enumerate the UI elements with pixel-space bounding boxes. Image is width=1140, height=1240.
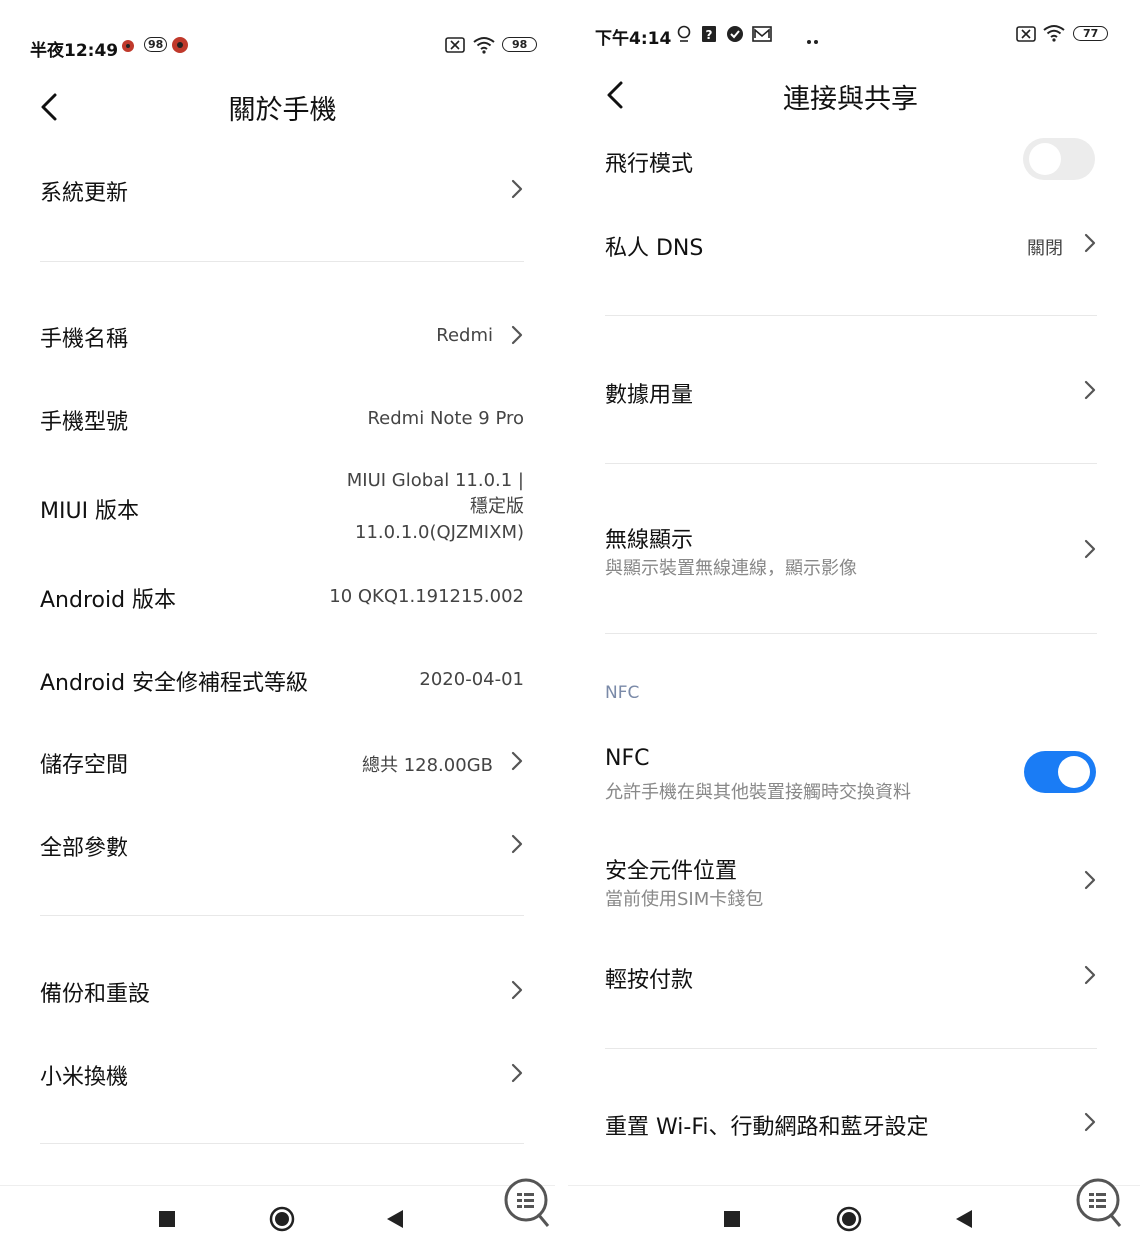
help-notification-icon: ?	[701, 25, 717, 47]
status-time: 下午4:14	[595, 29, 672, 49]
android-version-label: Android 版本	[40, 588, 177, 613]
recent-apps-icon[interactable]	[158, 1210, 176, 1232]
back-triangle-icon[interactable]	[386, 1209, 404, 1233]
device-name-label[interactable]: 手機名稱	[40, 321, 128, 353]
home-icon[interactable]	[269, 1206, 295, 1236]
about-phone-screen: 半夜12:49 98 98 關於手機 系統更新 手機名稱 Redmi 手機型號 …	[0, 0, 555, 1240]
divider	[40, 915, 524, 916]
feedback-icon[interactable]	[1076, 1176, 1124, 1232]
divider	[605, 315, 1097, 316]
toggle-knob	[1058, 756, 1090, 788]
check-notification-icon	[726, 25, 744, 47]
navbar-divider	[0, 1185, 555, 1186]
chevron-right-icon[interactable]	[1083, 232, 1097, 258]
wireless-display-sub: 與顯示裝置無線連線，顯示影像	[605, 558, 857, 579]
chevron-right-icon[interactable]	[1083, 379, 1097, 405]
wireless-display-label[interactable]: 無線顯示	[605, 522, 693, 554]
reset-network-label[interactable]: 重置 Wi-Fi、行動網路和藍牙設定	[605, 1109, 928, 1141]
divider	[605, 1048, 1097, 1049]
notification-icon	[676, 25, 692, 47]
chevron-right-icon[interactable]	[1083, 964, 1097, 990]
nfc-label: NFC	[605, 746, 650, 771]
chevron-right-icon[interactable]	[510, 979, 524, 1005]
battery-level: 98	[502, 37, 538, 52]
feedback-icon[interactable]	[504, 1176, 552, 1232]
divider	[40, 261, 524, 262]
connection-sharing-screen: 下午4:14 ? 77 連接與共享 飛行模式 私人 DNS 關閉 數據用量 無線…	[568, 0, 1140, 1240]
device-name-value: Redmi	[436, 325, 493, 346]
backup-reset-label[interactable]: 備份和重設	[40, 976, 150, 1008]
chevron-right-icon[interactable]	[510, 178, 524, 204]
model-label: 手機型號	[40, 410, 129, 435]
storage-value: 總共 128.00GB	[361, 755, 493, 776]
page-title: 連接與共享	[783, 84, 918, 115]
mi-mover-label[interactable]: 小米換機	[40, 1059, 128, 1091]
nfc-toggle[interactable]	[1024, 751, 1096, 793]
divider	[40, 1143, 524, 1144]
app-notification-icon	[120, 37, 136, 57]
all-specs-label[interactable]: 全部參數	[40, 830, 128, 862]
more-notifications-icon	[805, 30, 821, 49]
wifi-icon	[1042, 24, 1066, 46]
back-triangle-icon[interactable]	[955, 1209, 973, 1233]
storage-label[interactable]: 儲存空間	[40, 747, 128, 779]
security-patch-label: Android 安全修補程式等級	[40, 671, 309, 696]
secure-element-sub: 當前使用SIM卡錢包	[605, 889, 764, 910]
chevron-right-icon[interactable]	[510, 833, 524, 859]
chevron-right-icon[interactable]	[510, 324, 524, 350]
navbar-divider	[568, 1185, 1140, 1186]
wifi-icon	[472, 36, 496, 58]
miui-version-value: MIUI Global 11.0.1 | 穩定版 11.0.1.0(QJZMIX…	[346, 470, 524, 543]
chevron-right-icon[interactable]	[1083, 1111, 1097, 1137]
home-icon[interactable]	[836, 1206, 862, 1236]
secure-element-label[interactable]: 安全元件位置	[605, 853, 737, 885]
miui-version-label: MIUI 版本	[40, 499, 140, 524]
divider	[605, 633, 1097, 634]
security-patch-value: 2020-04-01	[419, 669, 524, 690]
notification-count-badge: 98	[144, 37, 168, 52]
tap-pay-label[interactable]: 輕按付款	[605, 962, 693, 994]
app-notification-icon-2	[170, 34, 190, 58]
divider	[605, 463, 1097, 464]
chevron-right-icon[interactable]	[510, 1062, 524, 1088]
private-dns-value: 關閉	[1027, 238, 1063, 259]
nfc-sub: 允許手機在與其他裝置接觸時交換資料	[605, 782, 911, 803]
android-version-value: 10 QKQ1.191215.002	[329, 586, 524, 607]
recent-apps-icon[interactable]	[723, 1210, 741, 1232]
airplane-mode-toggle[interactable]	[1023, 138, 1095, 180]
data-usage-label[interactable]: 數據用量	[605, 377, 693, 409]
toggle-knob	[1029, 143, 1061, 175]
nfc-section-header: NFC	[605, 683, 640, 703]
status-time: 半夜12:49	[30, 41, 119, 61]
svg-text:?: ?	[706, 28, 713, 42]
battery-level: 77	[1073, 26, 1109, 41]
chevron-right-icon[interactable]	[1083, 869, 1097, 895]
chevron-right-icon[interactable]	[1083, 538, 1097, 564]
mail-notification-icon	[752, 25, 772, 47]
airplane-mode-label: 飛行模式	[605, 152, 694, 177]
page-title: 關於手機	[228, 95, 337, 126]
system-update-label[interactable]: 系統更新	[40, 175, 128, 207]
sim-x-icon	[445, 37, 465, 57]
private-dns-label[interactable]: 私人 DNS	[605, 230, 703, 262]
model-value: Redmi Note 9 Pro	[367, 408, 524, 429]
sim-x-icon	[1016, 26, 1036, 46]
chevron-right-icon[interactable]	[510, 750, 524, 776]
